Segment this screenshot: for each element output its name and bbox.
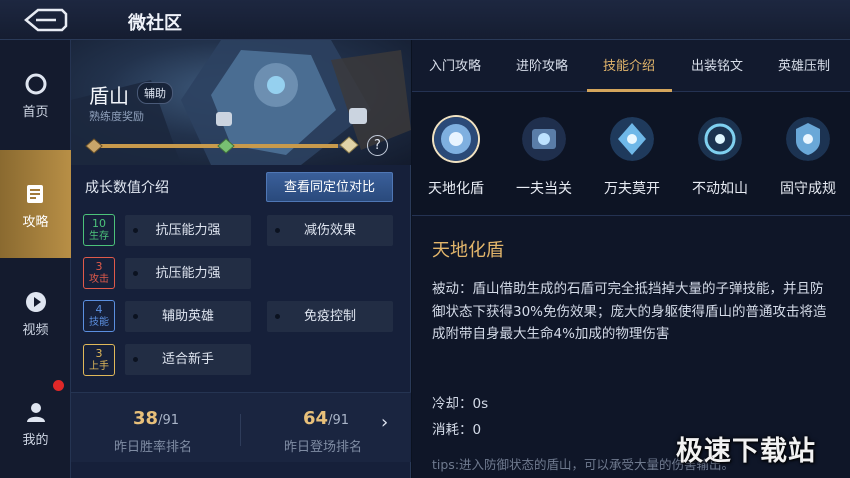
stats-title: 成长数值介绍 <box>85 180 169 196</box>
tab-counter[interactable]: 英雄压制 <box>778 55 830 74</box>
trait-tag: 适合新手 <box>125 344 251 375</box>
skill-description: 被动：盾山借助生成的石盾可完全抵挡掉大量的子弹技能，并且防御状态下获得30%免伤… <box>432 281 827 342</box>
stat-badge-survival: 10 生存 <box>83 214 115 246</box>
skill-name: 天地化盾 <box>428 181 484 197</box>
trait-label: 减伤效果 <box>303 223 356 238</box>
skill-panel: 入门攻略 进阶攻略 技能介绍 出装铭文 英雄压制 天地化盾 一夫当关 万夫莫开 <box>412 40 850 478</box>
trait-tag: 抗压能力强 <box>125 215 251 246</box>
left-nav: 首页 攻略 视频 我的 <box>0 40 71 478</box>
appearance-rank: 64/91 <box>303 408 349 429</box>
hero-banner: 盾山 辅助 熟练度奖励 ? <box>71 40 411 165</box>
trait-label: 抗压能力强 <box>155 266 221 281</box>
trait-tag: 减伤效果 <box>267 215 393 246</box>
stat-label: 攻击 <box>89 274 109 285</box>
skill-detail-title: 天地化盾 <box>432 240 504 261</box>
tab-skills[interactable]: 技能介绍 <box>603 55 655 74</box>
skill-name: 一夫当关 <box>516 181 572 197</box>
tab-advanced[interactable]: 进阶攻略 <box>516 55 568 74</box>
trait-tag: 免疫控制 <box>267 301 393 332</box>
nav-item-home[interactable]: 首页 <box>0 50 71 142</box>
gold-reward-icon[interactable] <box>339 136 359 154</box>
tab-build[interactable]: 出装铭文 <box>691 55 743 74</box>
proficiency-label: 熟练度奖励 <box>89 110 144 123</box>
play-icon <box>25 292 46 312</box>
trait-label: 适合新手 <box>161 352 214 367</box>
tab-beginner[interactable]: 入门攻略 <box>429 55 481 74</box>
nav-label-home: 首页 <box>22 105 49 120</box>
nav-label-me: 我的 <box>22 433 49 448</box>
bullet-dot <box>133 271 138 276</box>
stat-label: 生存 <box>89 231 109 242</box>
nav-label-guide: 攻略 <box>22 215 49 230</box>
nav-item-guide[interactable]: 攻略 <box>0 150 71 258</box>
rank-total: /91 <box>328 413 349 428</box>
skills-row: 天地化盾 一夫当关 万夫莫开 不动如山 固守成规 <box>412 92 850 216</box>
guard-skill-icon <box>522 117 566 161</box>
nav-label-video: 视频 <box>22 323 49 338</box>
hero-name: 盾山 <box>89 84 129 108</box>
skill-name: 不动如山 <box>692 181 748 197</box>
skill-name: 固守成规 <box>780 181 836 197</box>
trait-tag: 辅助英雄 <box>125 301 251 332</box>
mountain-skill-icon <box>698 117 742 161</box>
skill-name: 万夫莫开 <box>604 181 660 197</box>
compare-position-button[interactable]: 查看同定位对比 <box>266 172 393 202</box>
help-icon[interactable]: ? <box>367 135 388 156</box>
rank-divider <box>240 414 241 446</box>
skill-cooldown: 冷却：0s <box>432 396 489 412</box>
bullet-dot <box>133 228 138 233</box>
stat-value: 3 <box>95 260 103 273</box>
hero-role-badge: 辅助 <box>137 82 173 104</box>
notification-dot <box>53 380 64 391</box>
skill-item[interactable]: 不动如山 <box>676 92 764 216</box>
stat-label: 技能 <box>89 317 109 328</box>
trait-label: 辅助英雄 <box>161 309 214 324</box>
rank-value: 64 <box>303 408 329 429</box>
trait-label: 免疫控制 <box>303 309 356 324</box>
watermark-text: 极速下载站 <box>676 436 816 467</box>
guide-icon <box>26 185 43 203</box>
user-icon <box>26 403 45 422</box>
trait-label: 抗压能力强 <box>155 223 221 238</box>
bullet-dot <box>133 314 138 319</box>
home-icon <box>25 73 46 95</box>
nav-item-video[interactable]: 视频 <box>0 268 71 360</box>
stat-badge-attack: 3 攻击 <box>83 257 115 289</box>
chevron-right-icon[interactable]: › <box>381 412 388 433</box>
defense-skill-icon <box>786 117 830 161</box>
nav-item-me[interactable]: 我的 <box>0 378 71 470</box>
stat-value: 10 <box>92 217 106 230</box>
trait-tag: 抗压能力强 <box>125 258 251 289</box>
skill-item[interactable]: 固守成规 <box>764 92 850 216</box>
stat-badge-difficulty: 3 上手 <box>83 344 115 376</box>
bullet-dot <box>133 357 138 362</box>
rank-total: /91 <box>158 413 179 428</box>
win-rate-rank: 38/91 <box>133 408 179 429</box>
page-title: 微社区 <box>128 13 182 34</box>
rank-value: 38 <box>133 408 159 429</box>
skill-item[interactable]: 天地化盾 <box>412 92 500 216</box>
bullet-dot <box>275 314 280 319</box>
stat-badge-skill: 4 技能 <box>83 300 115 332</box>
stat-value: 3 <box>95 347 103 360</box>
stat-label: 上手 <box>89 361 109 372</box>
bronze-reward-icon[interactable] <box>85 138 103 154</box>
shield-skill-icon <box>434 117 478 161</box>
skill-item[interactable]: 万夫莫开 <box>588 92 676 216</box>
skill-item[interactable]: 一夫当关 <box>500 92 588 216</box>
back-arrow-icon[interactable] <box>22 7 68 33</box>
win-rate-rank-label: 昨日胜率排名 <box>114 440 193 455</box>
silver-reward-icon[interactable] <box>217 138 235 154</box>
appearance-rank-label: 昨日登场排名 <box>284 440 363 455</box>
bullet-dot <box>275 228 280 233</box>
top-bar: 微社区 <box>0 0 850 40</box>
hero-panel: 盾山 辅助 熟练度奖励 ? 成长数值介绍 查看同定位对比 10 生存 3 攻击 … <box>71 40 411 478</box>
guide-tabs: 入门攻略 进阶攻略 技能介绍 出装铭文 英雄压制 <box>412 40 850 92</box>
skill-cost: 消耗：0 <box>432 422 482 438</box>
stat-value: 4 <box>95 303 103 316</box>
fortress-skill-icon <box>610 117 654 161</box>
